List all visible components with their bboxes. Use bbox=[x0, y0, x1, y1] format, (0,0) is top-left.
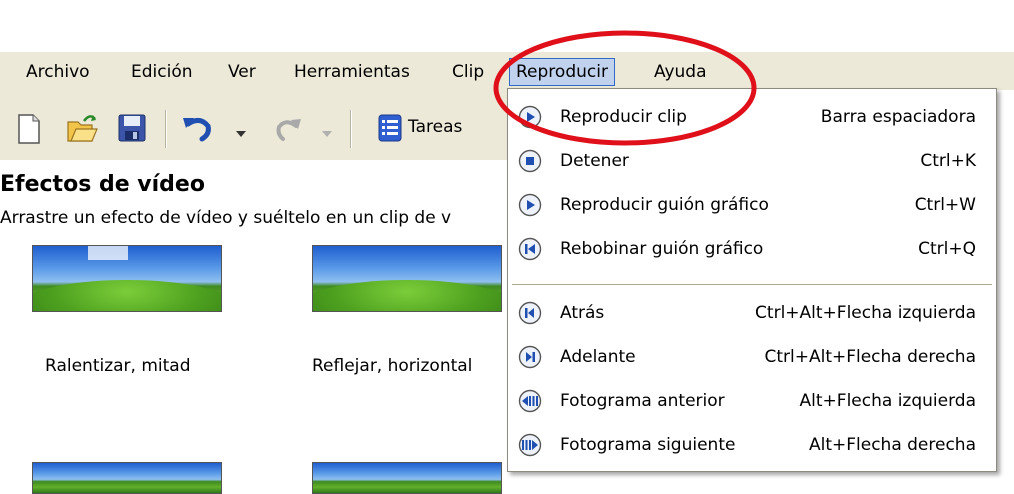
undo-icon[interactable] bbox=[182, 114, 214, 142]
menu-clip[interactable]: Clip bbox=[446, 59, 498, 85]
redo-dropdown-icon[interactable] bbox=[322, 124, 332, 137]
menu-archivo[interactable]: Archivo bbox=[20, 59, 96, 85]
menu-item-label: Fotograma anterior bbox=[560, 391, 725, 411]
menu-item-shortcut: Ctrl+K bbox=[920, 151, 976, 171]
toolbar-separator bbox=[165, 110, 167, 148]
menu-item-shortcut: Alt+Flecha izquierda bbox=[799, 391, 976, 411]
new-icon[interactable] bbox=[18, 114, 40, 144]
menu-item-rewind-storyboard[interactable]: Rebobinar guión gráfico Ctrl+Q bbox=[508, 229, 996, 269]
menu-item-shortcut: Alt+Flecha derecha bbox=[808, 435, 976, 455]
tasks-label: Tareas bbox=[408, 117, 463, 137]
menu-item-play-storyboard[interactable]: Reproducir guión gráfico Ctrl+W bbox=[508, 185, 996, 225]
undo-dropdown-icon[interactable] bbox=[236, 124, 246, 137]
next-frame-icon bbox=[518, 433, 542, 457]
menu-item-label: Rebobinar guión gráfico bbox=[560, 239, 764, 259]
menu-item-label: Detener bbox=[560, 151, 629, 171]
previous-frame-icon bbox=[518, 389, 542, 413]
menu-item-shortcut: Ctrl+Q bbox=[918, 239, 976, 259]
open-icon[interactable] bbox=[66, 112, 98, 144]
menu-item-previous-frame[interactable]: Fotograma anterior Alt+Flecha izquierda bbox=[508, 381, 996, 421]
back-icon bbox=[518, 301, 542, 325]
toolbar-separator bbox=[350, 110, 352, 148]
stop-icon bbox=[518, 149, 542, 173]
menu-item-label: Fotograma siguiente bbox=[560, 435, 736, 455]
menu-edicion[interactable]: Edición bbox=[125, 59, 199, 85]
panel-hint: Arrastre un efecto de vídeo y suéltelo e… bbox=[0, 208, 452, 228]
tasks-button[interactable]: Tareas bbox=[378, 114, 498, 144]
effect-thumbnail-slow-half[interactable] bbox=[32, 245, 222, 312]
effect-thumbnail[interactable] bbox=[312, 462, 502, 494]
play-icon bbox=[518, 193, 542, 217]
rewind-icon bbox=[518, 237, 542, 261]
toolbar: Tareas bbox=[0, 90, 510, 160]
effect-label: Ralentizar, mitad bbox=[45, 356, 191, 376]
menu-item-shortcut: Ctrl+W bbox=[914, 195, 976, 215]
menu-separator bbox=[512, 284, 992, 285]
menu-herramientas[interactable]: Herramientas bbox=[288, 59, 416, 85]
menu-item-shortcut: Barra espaciadora bbox=[820, 107, 976, 127]
effect-thumbnail-mirror-horizontal[interactable] bbox=[312, 245, 502, 312]
effect-thumbnail[interactable] bbox=[32, 462, 222, 494]
menu-item-next-frame[interactable]: Fotograma siguiente Alt+Flecha derecha bbox=[508, 425, 996, 465]
menu-item-back[interactable]: Atrás Ctrl+Alt+Flecha izquierda bbox=[508, 293, 996, 333]
save-icon[interactable] bbox=[118, 114, 146, 142]
tasks-icon bbox=[378, 114, 402, 142]
effect-label: Reflejar, horizontal bbox=[312, 356, 473, 376]
menu-item-label: Reproducir guión gráfico bbox=[560, 195, 769, 215]
menu-item-shortcut: Ctrl+Alt+Flecha derecha bbox=[764, 347, 976, 367]
annotation-circle bbox=[493, 30, 757, 146]
menu-item-shortcut: Ctrl+Alt+Flecha izquierda bbox=[755, 303, 976, 323]
menu-item-forward[interactable]: Adelante Ctrl+Alt+Flecha derecha bbox=[508, 337, 996, 377]
menu-ver[interactable]: Ver bbox=[222, 59, 262, 85]
forward-icon bbox=[518, 345, 542, 369]
redo-icon[interactable] bbox=[274, 116, 302, 142]
menu-item-label: Atrás bbox=[560, 303, 605, 323]
panel-title: Efectos de vídeo bbox=[0, 172, 205, 197]
menu-item-label: Adelante bbox=[560, 347, 636, 367]
